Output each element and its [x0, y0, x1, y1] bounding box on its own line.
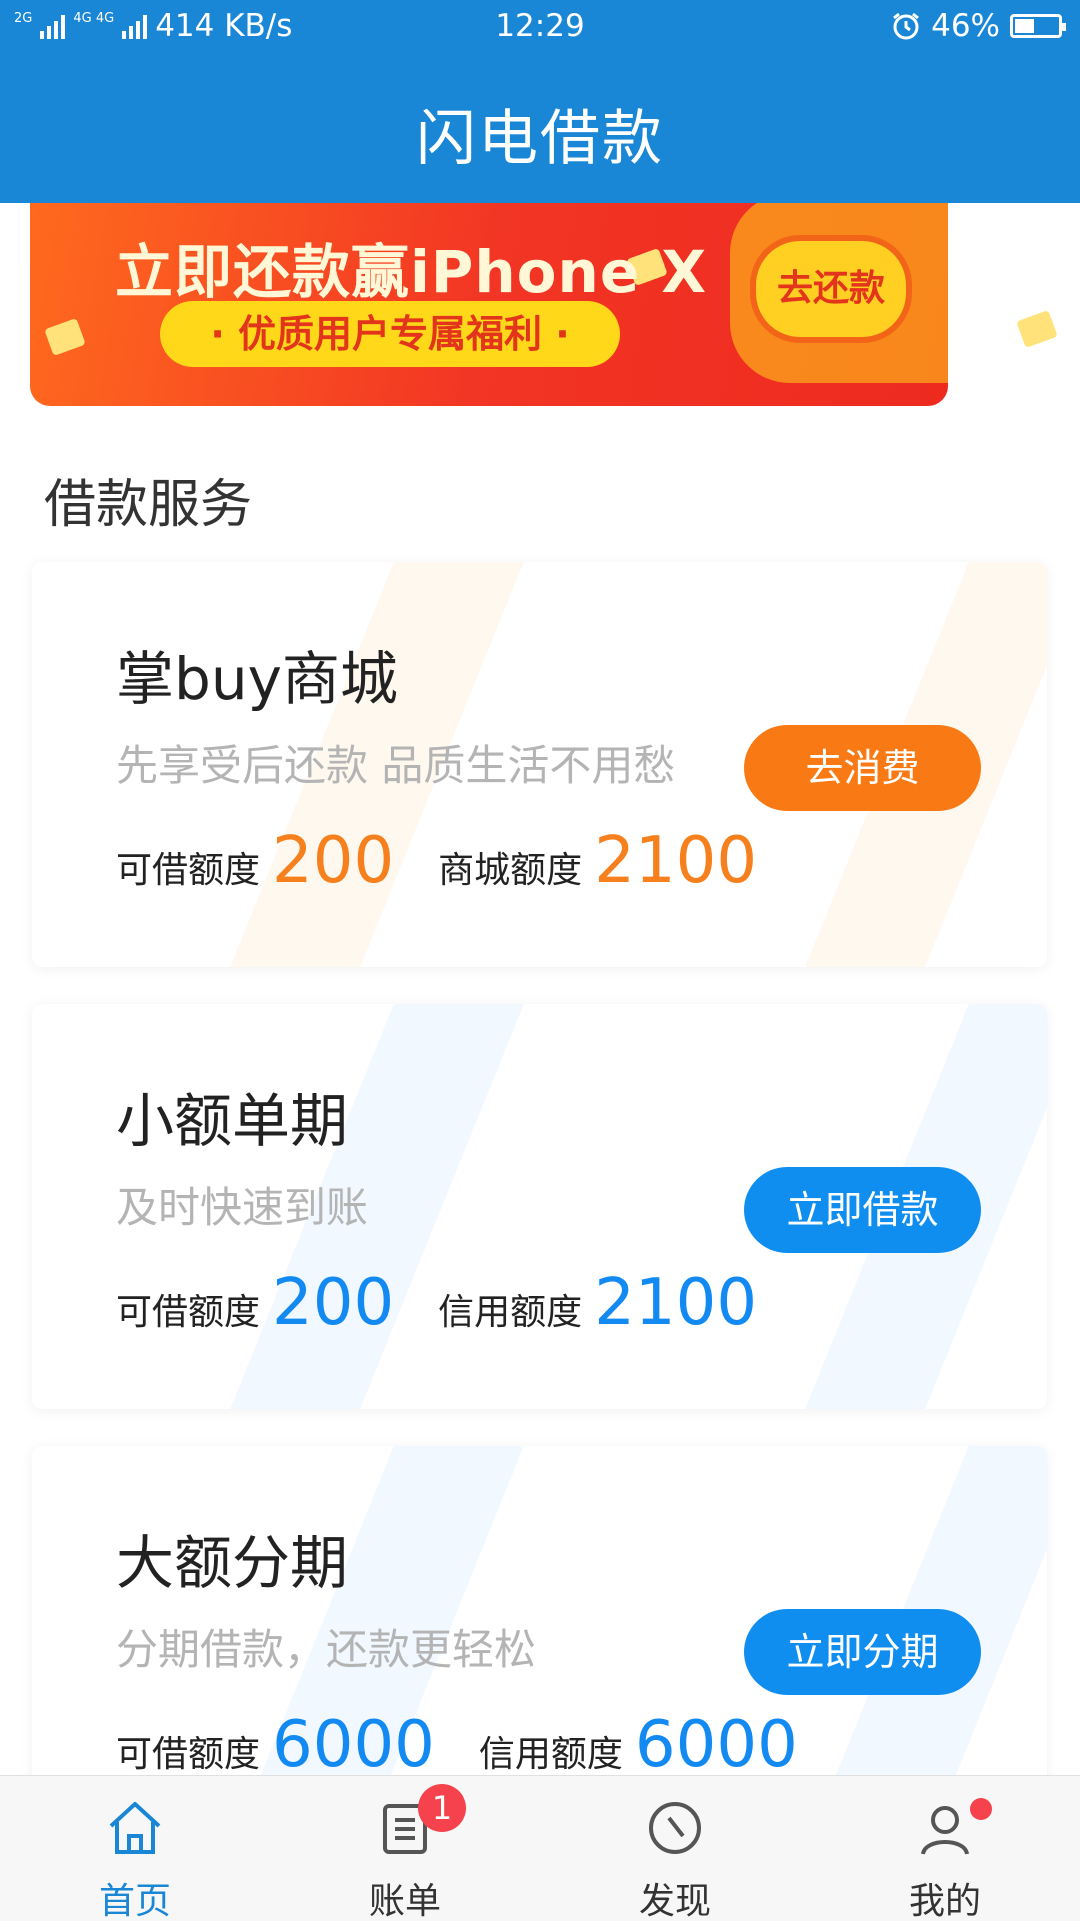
amount-value: 200 [272, 1266, 395, 1340]
borrow-now-button[interactable]: 立即借款 [744, 1167, 981, 1253]
coin-decoration [44, 318, 86, 356]
tab-discover[interactable]: 发现 [540, 1776, 810, 1922]
tab-label: 首页 [98, 1881, 171, 1922]
bottom-tab-bar: 首页 1 账单 发现 我的 [0, 1775, 1080, 1922]
tab-label: 发现 [638, 1881, 711, 1922]
card-title: 小额单期 [116, 1087, 349, 1155]
amount-value: 6000 [634, 1708, 798, 1782]
section-title: 借款服务 [44, 475, 253, 535]
tab-home[interactable]: 首页 [0, 1776, 270, 1922]
service-card-mall[interactable]: 掌buy商城 先享受后还款 品质生活不用愁 可借额度 200 商城额度 2100… [32, 562, 1047, 967]
amount-label: 信用额度 [438, 1292, 583, 1333]
card-subtitle: 及时快速到账 [116, 1183, 369, 1232]
tab-bill[interactable]: 1 账单 [270, 1776, 540, 1922]
tab-me[interactable]: 我的 [810, 1776, 1080, 1922]
card-amounts: 可借额度 200 商城额度 2100 [116, 824, 801, 898]
card-subtitle: 先享受后还款 品质生活不用愁 [116, 741, 676, 790]
tab-label: 我的 [908, 1881, 981, 1922]
card-title: 掌buy商城 [116, 645, 398, 713]
amount-label: 可借额度 [116, 850, 261, 891]
consume-button[interactable]: 去消费 [744, 725, 981, 811]
amount-label: 信用额度 [478, 1734, 623, 1775]
page-title: 闪电借款 [416, 104, 664, 174]
installment-button[interactable]: 立即分期 [744, 1609, 981, 1695]
notification-dot [970, 1798, 992, 1820]
home-icon [109, 1802, 161, 1854]
coin-decoration [1016, 310, 1058, 348]
battery-icon [1010, 14, 1066, 38]
card-amounts: 可借额度 6000 信用额度 6000 [116, 1708, 842, 1782]
amount-value: 6000 [272, 1708, 435, 1782]
tab-label: 账单 [368, 1881, 441, 1922]
alarm-icon [893, 12, 920, 40]
user-icon [921, 1806, 969, 1855]
promo-banner[interactable]: 立即还款赢iPhone X · 优质用户专属福利 · 去还款 [30, 203, 948, 406]
banner-headline: 立即还款赢iPhone X [115, 238, 708, 306]
battery-fill [1015, 19, 1035, 33]
card-subtitle: 分期借款，还款更轻松 [116, 1625, 537, 1674]
amount-label: 可借额度 [116, 1292, 261, 1333]
status-right: 46% [891, 8, 1066, 44]
amount-label: 可借额度 [116, 1734, 261, 1775]
app-header: 2G 4G 4G 414 KB/s 12:29 46% 闪电借款 [0, 0, 1080, 203]
amount-value: 2100 [594, 824, 758, 898]
banner-subline: · 优质用户专属福利 · [160, 301, 620, 367]
compass-icon [649, 1802, 701, 1854]
card-title: 大额分期 [116, 1529, 349, 1597]
service-card-small-loan[interactable]: 小额单期 及时快速到账 可借额度 200 信用额度 2100 立即借款 [32, 1004, 1047, 1409]
status-bar: 2G 4G 4G 414 KB/s 12:29 46% [0, 0, 1080, 56]
battery-percent: 46% [931, 8, 1000, 44]
amount-value: 2100 [594, 1266, 758, 1340]
amount-value: 200 [272, 824, 395, 898]
card-amounts: 可借额度 200 信用额度 2100 [116, 1266, 801, 1340]
amount-label: 商城额度 [438, 850, 583, 891]
repay-button[interactable]: 去还款 [750, 235, 912, 343]
unread-badge: 1 [418, 1784, 466, 1832]
